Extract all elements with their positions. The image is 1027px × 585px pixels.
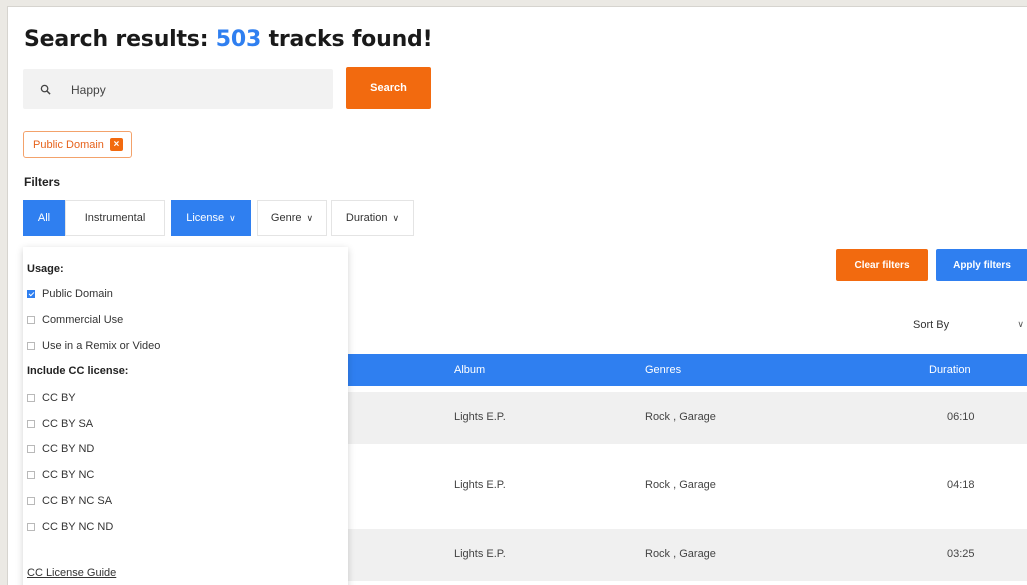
license-dropdown: Usage: Public Domain Commercial Use Use …	[23, 247, 348, 585]
filter-instrumental-button[interactable]: Instrumental	[65, 200, 165, 236]
table-row[interactable]: Lights E.P. Rock , Garage 06:10	[348, 392, 1027, 444]
table-row[interactable]: Lights E.P. Rock , Garage 04:18	[348, 460, 1027, 512]
checkbox[interactable]	[27, 497, 35, 505]
result-count: 503	[215, 27, 262, 52]
cc-option-by-sa[interactable]: CC BY SA	[27, 418, 93, 430]
table-header: Album Genres Duration	[348, 354, 1027, 386]
search-box[interactable]	[23, 69, 333, 111]
cc-option-by-nc-sa[interactable]: CC BY NC SA	[27, 495, 112, 507]
cc-license-heading: Include CC license:	[27, 365, 129, 377]
checkbox-checked[interactable]	[27, 290, 35, 298]
sort-by-label: Sort By	[913, 319, 950, 331]
column-album: Album	[454, 364, 486, 376]
option-label: CC BY NC	[42, 469, 95, 481]
cc-license-guide-link[interactable]: CC License Guide	[27, 567, 116, 579]
chevron-down-icon: ∨	[1017, 319, 1024, 329]
filter-duration-button[interactable]: Duration ∨	[331, 200, 414, 236]
checkbox[interactable]	[27, 316, 35, 324]
row-genres: Rock , Garage	[645, 548, 716, 560]
column-genres: Genres	[645, 364, 682, 376]
option-label: Public Domain	[42, 288, 113, 300]
row-album: Lights E.P.	[454, 411, 506, 423]
title-prefix: Search results:	[24, 27, 209, 52]
filter-all-label: All	[37, 212, 51, 224]
clear-filters-button[interactable]: Clear filters	[836, 249, 928, 281]
filter-genre-button[interactable]: Genre ∨	[257, 200, 327, 236]
filter-license-label: License	[186, 212, 225, 224]
sort-by-select[interactable]: Sort By ∨	[913, 319, 1027, 335]
option-label: CC BY NC ND	[42, 521, 114, 533]
apply-filters-button[interactable]: Apply filters	[936, 249, 1027, 281]
row-duration: 04:18	[947, 479, 975, 491]
filter-instrumental-label: Instrumental	[84, 212, 146, 224]
row-genres: Rock , Garage	[645, 479, 716, 491]
column-duration: Duration	[929, 364, 971, 376]
chevron-down-icon: ∨	[229, 212, 236, 223]
filter-all-button[interactable]: All	[23, 200, 65, 236]
row-duration: 06:10	[947, 411, 975, 423]
option-label: CC BY NC SA	[42, 495, 113, 507]
cc-option-by-nd[interactable]: CC BY ND	[27, 443, 94, 455]
page-title: Search results: 503 tracks found!	[24, 27, 433, 52]
filters-heading: Filters	[24, 175, 61, 189]
option-label: CC BY ND	[42, 443, 95, 455]
search-button[interactable]: Search	[346, 67, 431, 109]
checkbox[interactable]	[27, 523, 35, 531]
search-input[interactable]	[69, 69, 323, 111]
chevron-down-icon: ∨	[306, 212, 314, 223]
close-icon[interactable]: ×	[109, 138, 123, 151]
chevron-down-icon: ∨	[392, 212, 400, 223]
option-label: CC BY SA	[42, 418, 94, 430]
usage-heading: Usage:	[27, 263, 64, 275]
usage-option-public-domain[interactable]: Public Domain	[27, 288, 113, 300]
filter-duration-label: Duration	[345, 212, 388, 224]
checkbox[interactable]	[27, 445, 35, 453]
option-label: Use in a Remix or Video	[42, 340, 161, 352]
option-label: CC BY	[42, 392, 76, 404]
usage-option-commercial-use[interactable]: Commercial Use	[27, 314, 123, 326]
filter-license-button[interactable]: License ∨	[171, 200, 251, 236]
checkbox[interactable]	[27, 471, 35, 479]
chip-label: Public Domain	[33, 138, 104, 151]
title-suffix: tracks found!	[268, 27, 433, 52]
search-results-panel: Search results: 503 tracks found! Search…	[7, 6, 1027, 585]
filter-genre-label: Genre	[270, 212, 302, 224]
usage-option-remix-video[interactable]: Use in a Remix or Video	[27, 340, 160, 352]
row-album: Lights E.P.	[454, 548, 506, 560]
checkbox[interactable]	[27, 420, 35, 428]
cc-option-by-nc[interactable]: CC BY NC	[27, 469, 94, 481]
checkbox[interactable]	[27, 342, 35, 350]
option-label: Commercial Use	[42, 314, 124, 326]
row-album: Lights E.P.	[454, 479, 506, 491]
active-filter-chip: Public Domain ×	[23, 131, 132, 158]
row-duration: 03:25	[947, 548, 975, 560]
table-row[interactable]: Lights E.P. Rock , Garage 03:25	[348, 529, 1027, 581]
checkbox[interactable]	[27, 394, 35, 402]
cc-option-by[interactable]: CC BY	[27, 392, 76, 404]
search-icon	[40, 82, 51, 100]
cc-option-by-nc-nd[interactable]: CC BY NC ND	[27, 521, 113, 533]
row-genres: Rock , Garage	[645, 411, 716, 423]
